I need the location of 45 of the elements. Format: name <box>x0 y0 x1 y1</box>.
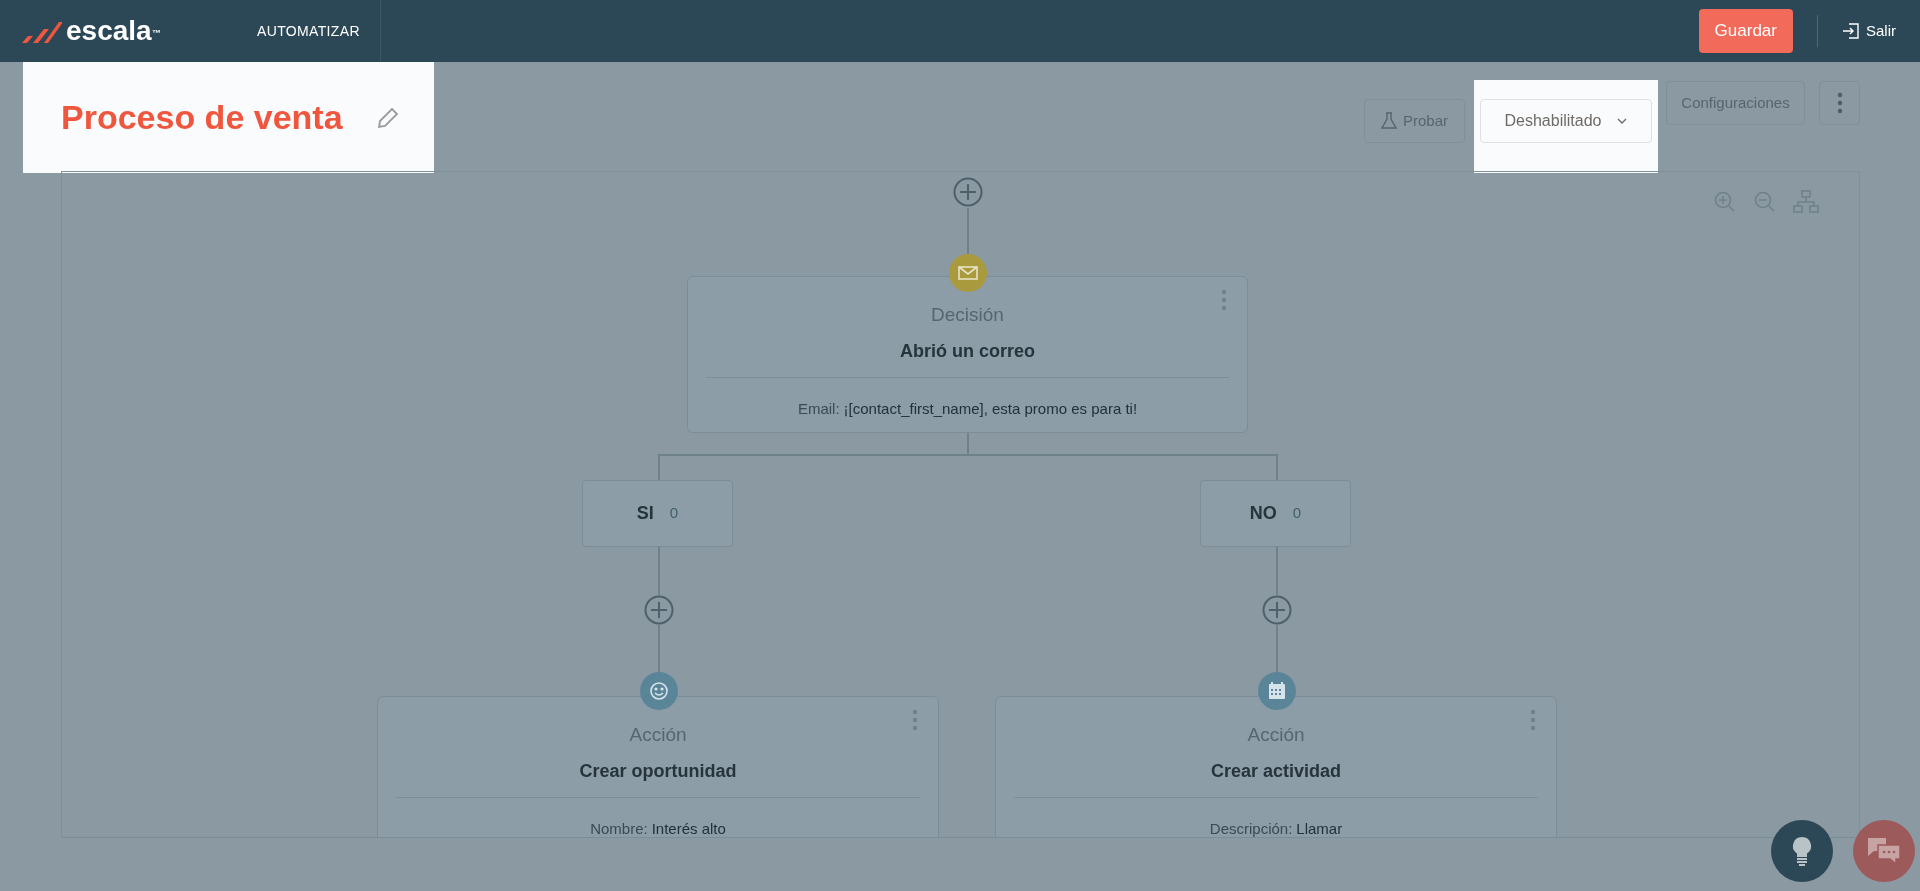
add-step-button[interactable] <box>644 595 674 625</box>
detail-value: Interés alto <box>651 818 726 837</box>
add-step-button[interactable] <box>1262 595 1292 625</box>
flask-icon <box>1381 112 1397 130</box>
smiley-icon <box>640 672 678 710</box>
process-title: Proceso de venta <box>61 97 343 138</box>
lightbulb-icon <box>1792 836 1812 866</box>
nav-link[interactable]: AUTOMATIZAR <box>257 20 360 42</box>
step-card[interactable]: Acción Crear actividad Descripción: Llamar <box>995 696 1557 837</box>
detail-value: Llamar <box>1296 818 1343 837</box>
detail-value: ¡[contact_first_name], esta promo es para ti! <box>843 398 1138 419</box>
step-title: Abrió un correo <box>900 339 1035 363</box>
step-title: Crear oportunidad <box>579 759 737 783</box>
detail-label: Nombre: <box>590 818 648 837</box>
more-button[interactable] <box>1819 81 1860 125</box>
step-card[interactable]: Decisión Abrió un correo Email: ¡[contact_first_name], esta promo es para ti! <box>687 276 1248 433</box>
more-options-icon[interactable] <box>1221 289 1227 311</box>
add-step-button[interactable] <box>953 177 983 207</box>
status-dropdown[interactable]: Deshabilitado <box>1480 99 1652 143</box>
zoom-out-icon[interactable] <box>1753 190 1777 214</box>
detail-label: Descripción: <box>1209 818 1293 837</box>
zoom-in-icon[interactable] <box>1713 190 1737 214</box>
step-type: Acción <box>1247 723 1305 747</box>
chevron-down-icon <box>1617 118 1628 124</box>
more-options-icon[interactable] <box>1836 92 1843 114</box>
more-options-icon[interactable] <box>1530 709 1536 731</box>
chat-bubbles-icon <box>1867 837 1901 865</box>
logo-text: escala$^{™}$ <box>66 17 161 45</box>
branch-box[interactable]: SI 0 <box>582 480 733 547</box>
save-button[interactable]: Guardar <box>1698 9 1793 53</box>
branch-label: NO <box>1249 502 1277 525</box>
step-type: Decisión <box>931 303 1004 327</box>
exit-icon <box>1842 22 1860 40</box>
branch-label: SI <box>636 502 654 525</box>
step-card[interactable]: Acción Crear oportunidad Nombre: Interés alto <box>377 696 939 837</box>
hierarchy-icon[interactable] <box>1793 190 1819 214</box>
branch-count: 0 <box>669 503 679 524</box>
step-title: Crear actividad <box>1210 759 1342 783</box>
branch-count: 0 <box>1292 503 1302 524</box>
detail-label: Email: <box>797 398 840 419</box>
more-options-icon[interactable] <box>912 709 918 731</box>
logo-bars-icon <box>20 19 62 45</box>
exit-button[interactable]: Salir <box>1842 19 1896 43</box>
branch-box[interactable]: NO 0 <box>1200 480 1351 547</box>
step-type: Acción <box>629 723 687 747</box>
